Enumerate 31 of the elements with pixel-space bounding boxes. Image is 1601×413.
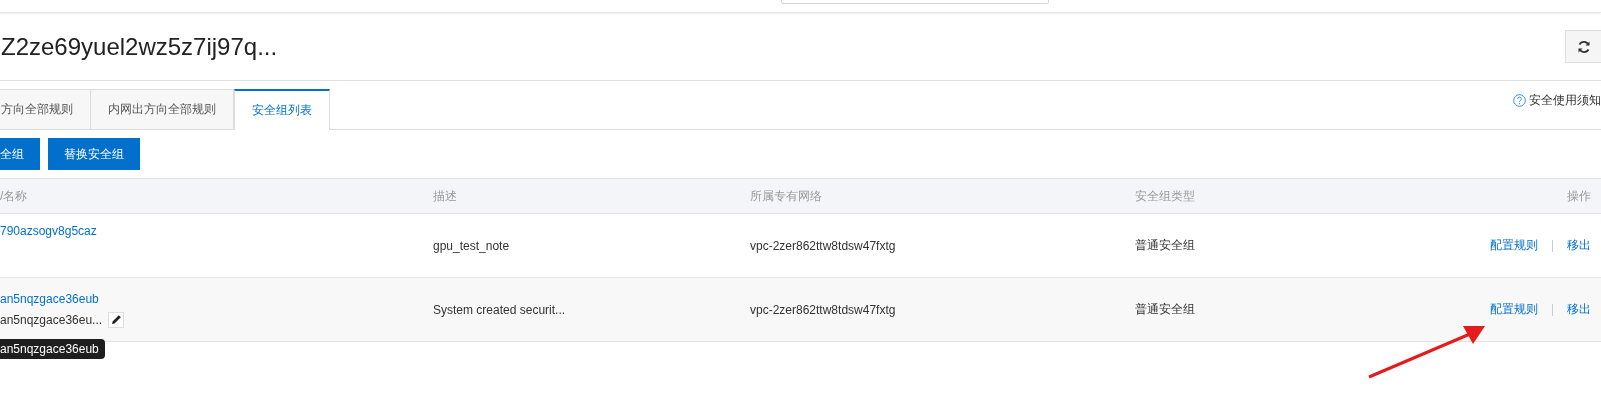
security-group-id-link[interactable]: an5nqzgace36eub [0, 291, 99, 306]
vpc-cell: vpc-2zer862ttw8tdsw47fxtg [750, 238, 896, 253]
security-group-id-link[interactable]: 790azsogv8g5caz [0, 224, 97, 238]
tooltip: an5nqzgace36eub [0, 339, 105, 359]
action-button[interactable]: 替换安全组 [48, 138, 140, 170]
action-link[interactable]: 移出 [1567, 301, 1591, 318]
column-header: 所属专有网络 [750, 178, 1135, 214]
refresh-icon [1576, 39, 1591, 54]
action-link[interactable]: 配置规则 [1490, 237, 1538, 254]
edit-button[interactable] [108, 311, 125, 328]
column-header: /名称 [0, 178, 433, 214]
refresh-button[interactable] [1565, 30, 1601, 63]
column-header: 安全组类型 [1135, 178, 1401, 214]
tab[interactable]: 安全组列表 [234, 89, 330, 130]
column-header: 描述 [433, 178, 750, 214]
vpc-cell: vpc-2zer862ttw8tdsw47fxtg [750, 302, 896, 317]
pencil-icon [110, 314, 122, 325]
security-group-name: an5nqzgace36eu... [0, 312, 103, 327]
action-button[interactable]: 全组 [0, 138, 40, 170]
column-header: 操作 [1401, 178, 1601, 214]
description-cell: System created securit... [433, 302, 566, 317]
help-link[interactable]: 安全使用须知 [1513, 92, 1601, 109]
action-link[interactable]: 移出 [1567, 237, 1591, 254]
action-link[interactable]: 配置规则 [1490, 301, 1538, 318]
tab[interactable]: 内网出方向全部规则 [91, 89, 234, 129]
help-icon [1513, 94, 1526, 107]
type-cell: 普通安全组 [1135, 301, 1195, 318]
page-title: Z2ze69yuel2wz5z7ij97q... [1, 32, 278, 61]
description-cell: gpu_test_note [433, 238, 510, 253]
type-cell: 普通安全组 [1135, 237, 1195, 254]
tab[interactable]: 方向全部规则 [0, 89, 91, 129]
